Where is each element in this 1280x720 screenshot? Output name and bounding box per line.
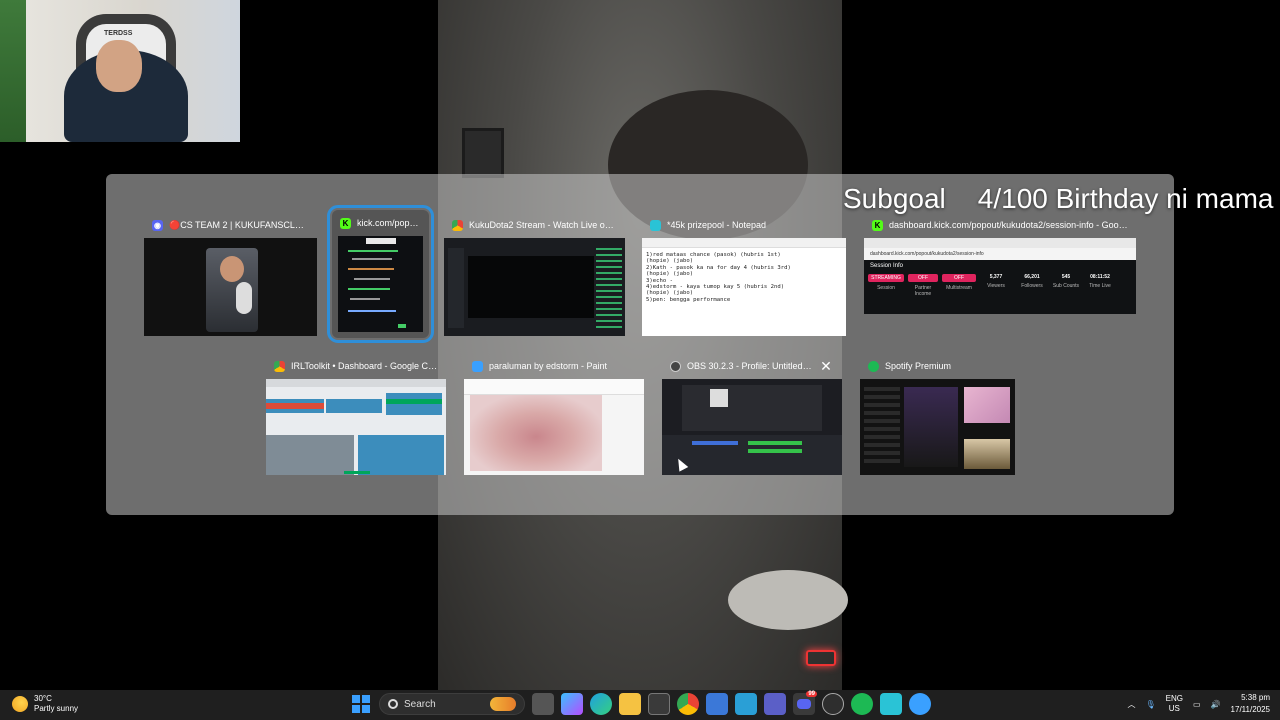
taskbar: 30°C Partly sunny Search 99 ︿ 🎙 ENG US ▭… [0,690,1280,720]
chrome-icon [274,360,285,372]
window-discord[interactable]: ◉ 🔴CS TEAM 2 | KUKUFANSCLUB - Disco... [144,212,317,336]
session-url: dashboard.kick.com/popout/kukudota2/sess… [864,248,1136,260]
window-thumbnail: dashboard.kick.com/popout/kukudota2/sess… [864,238,1136,314]
window-irltoolkit[interactable]: IRLToolkit • Dashboard - Google Chrome [266,353,446,475]
window-title: Spotify Premium [885,361,952,371]
window-kukudota-stream[interactable]: KukuDota2 Stream - Watch Live on Kick... [444,212,625,336]
window-thumbnail: 1)red mataas chance (pasok) (hubris 1st)… [642,238,846,336]
stat-followers: 66,201 Followers [1021,274,1043,289]
window-session-info[interactable]: K dashboard.kick.com/popout/kukudota2/se… [864,212,1136,314]
partly-sunny-icon [12,696,28,712]
clock-date: 17/11/2025 [1230,705,1270,714]
window-thumbnail [444,238,625,336]
mail-icon[interactable] [706,693,728,715]
stat-partner-income: OFF Partner Income [908,274,938,297]
stat-time-live: 08:11:52 Time Live [1089,274,1111,289]
subgoal-overlay: Subgoal 4/100 Birthday ni mama [843,183,1273,215]
system-tray: ︿ 🎙 ENG US ▭ 🔊 5:38 pm 17/11/2025 [1128,692,1270,716]
weather-description: Partly sunny [34,704,79,713]
remote-desktop-icon[interactable] [735,693,757,715]
window-title: OBS 30.2.3 - Profile: Untitled - Sce... [687,361,812,371]
window-obs[interactable]: OBS 30.2.3 - Profile: Untitled - Sce... … [662,353,842,475]
window-thumbnail [266,379,446,475]
weather-widget[interactable]: 30°C Partly sunny [12,694,78,714]
window-title: kick.com/popo... [357,218,421,228]
clock-time: 5:38 pm [1241,693,1270,702]
close-icon[interactable]: ✕ [818,358,834,374]
chair-brand-label: TERDSS [104,30,133,37]
stat-multistream: OFF Multistream [942,274,976,297]
window-title: *45k prizepool - Notepad [667,220,767,230]
search-placeholder: Search [404,698,436,710]
discord-icon: ◉ [152,219,163,231]
window-spotify[interactable]: Spotify Premium [860,353,1015,475]
window-notepad[interactable]: *45k prizepool - Notepad 1)red mataas ch… [642,212,846,336]
led-light [806,650,836,666]
volume-icon[interactable]: 🔊 [1211,700,1221,709]
spotify-icon[interactable] [851,693,873,715]
window-thumbnail [464,379,644,475]
notepad-icon [650,219,661,231]
webcam-overlay: TERDSS [0,0,240,142]
discord-notification-badge: 99 [806,691,817,697]
paint-icon[interactable] [909,693,931,715]
notepad-icon[interactable] [880,693,902,715]
copilot-icon[interactable] [561,693,583,715]
search-icon [388,699,398,709]
desktop: TERDSS Subgoal 4/100 Birthday ni mama ◉ 🔴… [0,0,1280,720]
stat-sub-counts: 545 Sub Counts [1052,274,1080,289]
window-thumbnail [860,379,1015,475]
file-explorer-icon[interactable] [619,693,641,715]
windows-start-icon[interactable] [350,693,372,715]
lamp [728,570,848,630]
window-title: IRLToolkit • Dashboard - Google Chrome [291,361,438,371]
kick-icon: K [340,217,351,229]
obs-icon [670,360,681,372]
window-paint[interactable]: paraluman by edstorm - Paint [464,353,644,475]
microphone-icon[interactable]: 🎙 [1146,700,1156,709]
stat-session: STREAMING Session [868,274,904,297]
window-thumbnail [144,238,317,336]
clock[interactable]: 5:38 pm 17/11/2025 [1231,692,1270,716]
subgoal-label: Subgoal [843,183,946,214]
window-thumbnail [662,379,842,475]
search-highlight-icon [490,697,516,711]
network-icon[interactable]: ▭ [1193,700,1201,709]
discord-icon[interactable]: 99 [793,691,817,715]
notepad-line: 5)pen: bengga performance [646,296,731,303]
spotify-icon [868,360,879,372]
window-title: paraluman by edstorm - Paint [489,361,608,371]
task-view-icon[interactable] [532,693,554,715]
language-indicator[interactable]: ENG US [1166,694,1183,714]
window-title: dashboard.kick.com/popout/kukudota2/sess… [889,220,1128,230]
teams-icon[interactable] [764,693,786,715]
search-input[interactable]: Search [379,693,525,715]
window-thumbnail [338,236,423,332]
microsoft-store-icon[interactable] [648,693,670,715]
window-kick-popout[interactable]: K kick.com/popo... [327,205,434,343]
stat-viewers: 5,377 Viewers [987,274,1005,289]
obs-icon[interactable] [822,693,844,715]
chrome-icon [452,219,463,231]
window-title: 🔴CS TEAM 2 | KUKUFANSCLUB - Disco... [169,219,309,230]
kick-icon: K [872,219,883,231]
chrome-icon[interactable] [677,693,699,715]
subgoal-value: 4/100 Birthday ni mama [977,183,1274,214]
window-title: KukuDota2 Stream - Watch Live on Kick... [469,220,617,230]
wall-picture-frame [462,128,504,178]
chevron-up-icon[interactable]: ︿ [1128,699,1136,710]
paint-icon [472,360,483,372]
plant [0,0,26,142]
weather-temperature: 30°C [34,694,52,703]
session-heading: Session Info [870,263,904,269]
edge-icon[interactable] [590,693,612,715]
streamer-face [96,40,142,92]
